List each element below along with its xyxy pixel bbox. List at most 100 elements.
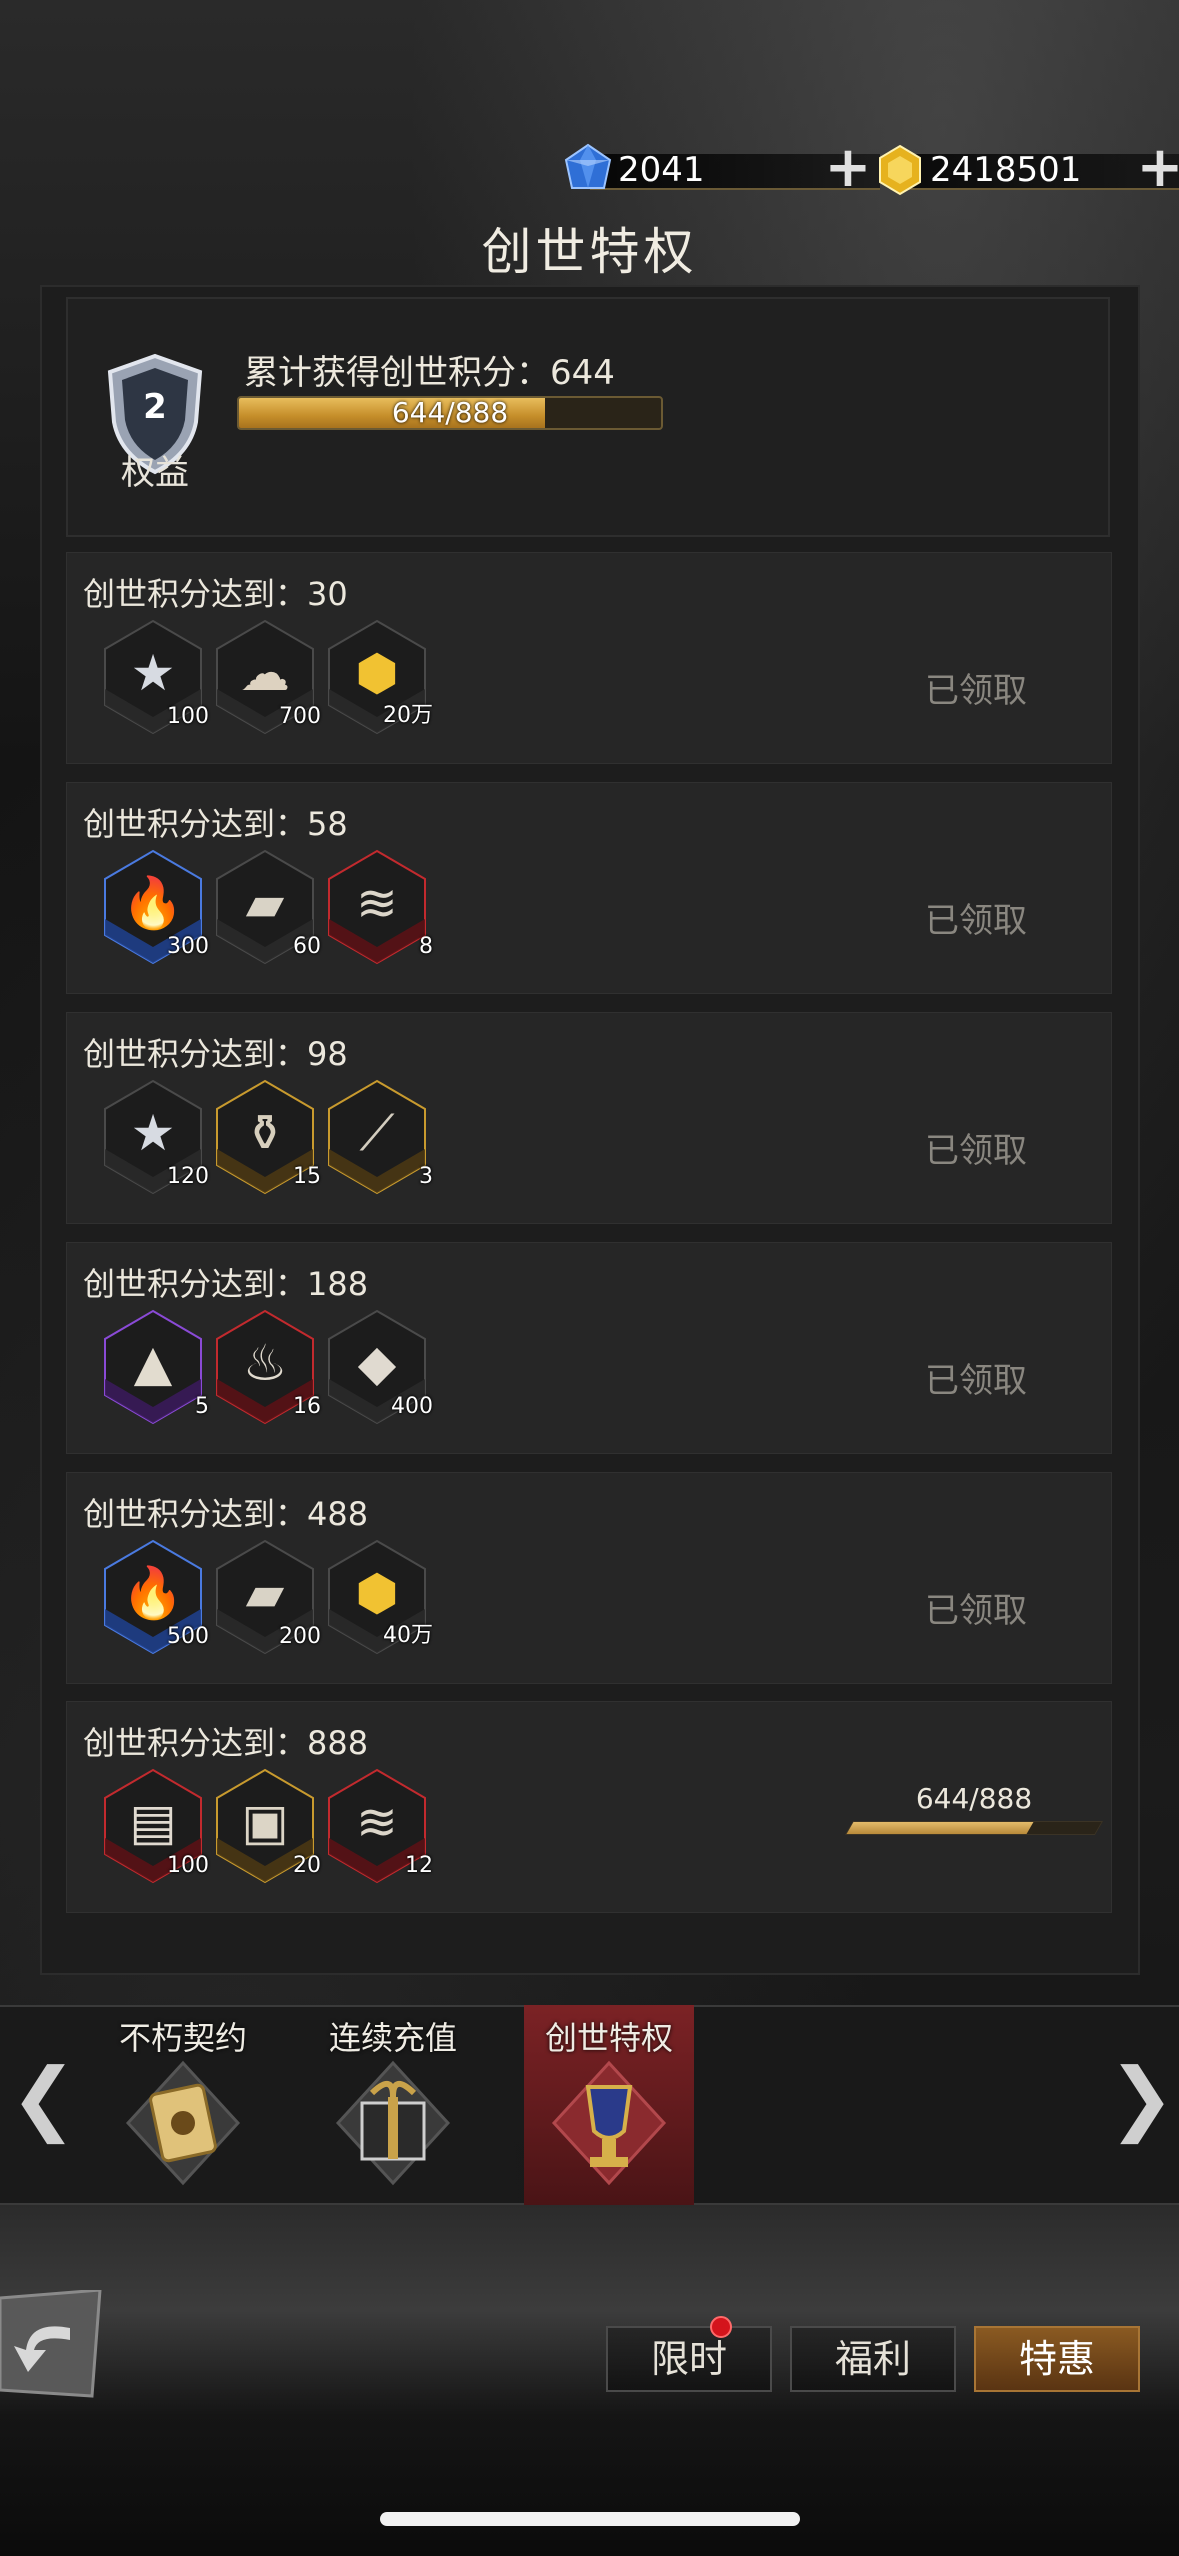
header-title: 累计获得创世积分：644 (244, 353, 615, 393)
carousel-tab-label: 连续充值 (328, 2019, 457, 2057)
reward-quantity: 120 (167, 1164, 209, 1189)
milestone-title: 创世积分达到：888 (83, 1724, 369, 1762)
reward-item[interactable]: ▤ 100 (103, 1768, 209, 1884)
milestone-progress-text: 644/888 (915, 1782, 1033, 1815)
milestone-title: 创世积分达到：98 (83, 1035, 348, 1073)
reward-quantity: 100 (167, 704, 209, 729)
page-title: 创世特权 (481, 223, 698, 281)
carousel-tab[interactable]: 创世特权 (524, 2005, 694, 2205)
gift-box-icon (335, 2060, 451, 2186)
milestone-row: 创世积分达到：888 ▤ 100 ▣ 20 ≋ 12 644/888 (66, 1701, 1112, 1913)
reward-item[interactable]: ⟋ 3 (327, 1079, 433, 1195)
home-indicator[interactable] (380, 2512, 800, 2526)
scroll-fragment-icon: ▰ (245, 874, 285, 932)
nav-button[interactable]: 福利 (790, 2326, 956, 2392)
back-arrow-icon[interactable] (0, 2290, 110, 2400)
torch-icon: 🔥 (121, 1564, 185, 1622)
claimed-status: 已领取 (925, 1131, 1027, 1171)
milestone-title: 创世积分达到：488 (83, 1495, 369, 1533)
reward-quantity: 5 (195, 1394, 209, 1419)
scroll-icon: ≋ (356, 1793, 398, 1851)
carousel-tab-label: 创世特权 (544, 2019, 673, 2057)
add-gems-button[interactable]: + (820, 140, 876, 196)
header-progress-bar: 644/888 (237, 396, 663, 430)
reward-list: ▲ 5 ♨ 16 ◆ 400 (103, 1309, 433, 1425)
reward-quantity: 3 (419, 1164, 433, 1189)
milestone-progress-fill (846, 1822, 1034, 1834)
reward-item[interactable]: ▣ 20 (215, 1768, 321, 1884)
reward-quantity: 500 (167, 1624, 209, 1649)
reward-list: 🔥 300 ▰ 60 ≋ 8 (103, 849, 433, 965)
reward-quantity: 20万 (383, 703, 433, 728)
header-progress-text: 644/888 (391, 396, 509, 429)
gem-currency: 2041 + (560, 140, 880, 200)
reward-quantity: 200 (279, 1624, 321, 1649)
reward-quantity: 700 (279, 704, 321, 729)
milestone-title: 创世积分达到：30 (83, 575, 348, 613)
gold-currency: 2418501 + (872, 140, 1179, 200)
status-bar (0, 0, 1179, 60)
nav-button[interactable]: 限时 (606, 2326, 772, 2392)
ore-pile-icon: ▲ (133, 1334, 173, 1392)
carousel-right-arrow[interactable]: ❯ (1108, 2058, 1175, 2138)
flame-icon: ♨ (242, 1334, 288, 1392)
reward-item[interactable]: 🔥 500 (103, 1539, 209, 1655)
milestone-row: 创世积分达到：58 🔥 300 ▰ 60 ≋ 8 已领取 (66, 782, 1112, 994)
gem-amount: 2041 (618, 150, 705, 190)
reward-quantity: 15 (293, 1164, 321, 1189)
milestone-progress-bar (844, 1821, 1104, 1835)
reward-item[interactable]: ▰ 200 (215, 1539, 321, 1655)
crystal-shard-icon: ◆ (357, 1334, 397, 1392)
treasure-chest-icon: ▣ (241, 1793, 289, 1851)
carousel-tab[interactable]: 连续充值 (308, 2005, 478, 2205)
reward-item[interactable]: 🔥 300 (103, 849, 209, 965)
reward-item[interactable]: ⚱ 15 (215, 1079, 321, 1195)
reward-item[interactable]: ▰ 60 (215, 849, 321, 965)
reward-item[interactable]: ♨ 16 (215, 1309, 321, 1425)
carousel-tab[interactable]: 不朽契约 (98, 2005, 268, 2205)
reward-item[interactable]: ★ 120 (103, 1079, 209, 1195)
nav-button[interactable]: 特惠 (974, 2326, 1140, 2392)
reward-item[interactable]: ≋ 8 (327, 849, 433, 965)
badge-level: 2 (143, 387, 167, 427)
reward-item[interactable]: ≋ 12 (327, 1768, 433, 1884)
claimed-status: 已领取 (925, 1361, 1027, 1401)
bone-fragment-icon: ☁ (240, 644, 290, 702)
reward-quantity: 20 (293, 1853, 321, 1878)
milestone-progress: 644/888 (844, 1782, 1104, 1835)
milestone-title: 创世积分达到：58 (83, 805, 348, 843)
notification-dot (710, 2316, 732, 2338)
trophy-icon (551, 2060, 667, 2186)
torch-icon: 🔥 (121, 874, 185, 932)
crystal-wand-icon: ⟋ (359, 1104, 395, 1162)
gold-coin-icon (879, 144, 921, 196)
gold-gem-icon: ⬢ (355, 644, 399, 702)
reward-item[interactable]: ★ 100 (103, 619, 209, 735)
carousel-tab-label: 不朽契约 (118, 2019, 247, 2057)
carousel-left-arrow[interactable]: ❮ (10, 2058, 77, 2138)
stone-tablet-icon: ▤ (129, 1793, 177, 1851)
silver-star-coin-icon: ★ (130, 644, 176, 702)
blue-gem-icon (564, 143, 612, 189)
silver-star-coin-icon: ★ (130, 1104, 176, 1162)
claimed-status: 已领取 (925, 671, 1027, 711)
reward-item[interactable]: ⬢ 20万 (327, 619, 433, 735)
reward-quantity: 40万 (383, 1623, 433, 1648)
reward-item[interactable]: ☁ 700 (215, 619, 321, 735)
badge-label: 权益 (121, 453, 189, 493)
reward-item[interactable]: ⬢ 40万 (327, 1539, 433, 1655)
reward-list: 🔥 500 ▰ 200 ⬢ 40万 (103, 1539, 433, 1655)
reward-quantity: 300 (167, 934, 209, 959)
reward-quantity: 12 (405, 1853, 433, 1878)
potion-jar-icon: ⚱ (244, 1104, 286, 1162)
reward-quantity: 8 (419, 934, 433, 959)
milestone-row: 创世积分达到：488 🔥 500 ▰ 200 ⬢ 40万 已领取 (66, 1472, 1112, 1684)
scroll-fragment-icon: ▰ (245, 1564, 285, 1622)
add-gold-button[interactable]: + (1132, 140, 1179, 196)
reward-item[interactable]: ◆ 400 (327, 1309, 433, 1425)
reward-quantity: 100 (167, 1853, 209, 1878)
reward-list: ▤ 100 ▣ 20 ≋ 12 (103, 1768, 433, 1884)
claimed-status: 已领取 (925, 901, 1027, 941)
reward-quantity: 60 (293, 934, 321, 959)
reward-item[interactable]: ▲ 5 (103, 1309, 209, 1425)
